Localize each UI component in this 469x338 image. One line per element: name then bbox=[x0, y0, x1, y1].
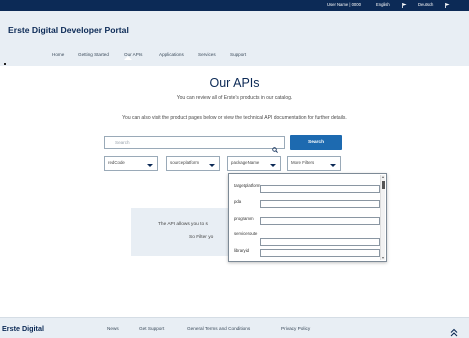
more-filters-popup: targetplatform pda programm serviceroute… bbox=[228, 173, 387, 262]
nav-applications[interactable]: Applications bbox=[159, 52, 184, 57]
popup-field-libraryid: libraryid bbox=[229, 248, 386, 261]
filter-label: sourceplatform bbox=[170, 160, 200, 165]
filter-label: More Filters bbox=[291, 160, 315, 165]
popup-scrollbar[interactable] bbox=[380, 175, 385, 260]
chevron-down-icon bbox=[209, 164, 215, 167]
footer-link-news[interactable]: News bbox=[107, 326, 119, 331]
search-placeholder: Search bbox=[115, 140, 130, 145]
active-nav-indicator bbox=[124, 56, 132, 60]
user-name-link[interactable]: User Name | 0000 bbox=[327, 2, 361, 8]
footer-link-terms[interactable]: General Terms and Conditions bbox=[187, 326, 250, 331]
targetplatform-input[interactable] bbox=[260, 185, 380, 193]
filter-sourceplatform-dropdown[interactable]: sourceplatform bbox=[166, 156, 220, 171]
portal-title[interactable]: Erste Digital Developer Portal bbox=[8, 25, 129, 35]
field-label: targetplatform bbox=[234, 183, 261, 188]
footer-link-privacy[interactable]: Privacy Policy bbox=[281, 326, 310, 331]
filter-label: redCode bbox=[108, 160, 125, 165]
field-label: libraryid bbox=[234, 248, 250, 253]
filter-packagename-dropdown[interactable]: packageName bbox=[227, 156, 281, 171]
popup-field-serviceroute: serviceroute bbox=[229, 231, 386, 247]
site-footer: Erste Digital News Get Support General T… bbox=[0, 317, 469, 338]
nav-services[interactable]: Services bbox=[198, 52, 216, 57]
serviceroute-input[interactable] bbox=[260, 238, 380, 246]
search-icon[interactable] bbox=[272, 140, 278, 153]
flag-icon[interactable] bbox=[445, 3, 450, 8]
scroll-down-icon[interactable] bbox=[382, 257, 384, 259]
search-button[interactable]: Search bbox=[290, 135, 342, 150]
libraryid-input[interactable] bbox=[260, 249, 380, 257]
page-subtitle: You can review all of Erste's products i… bbox=[176, 95, 293, 101]
filter-redcode-dropdown[interactable]: redCode bbox=[104, 156, 158, 171]
flag-icon[interactable] bbox=[402, 3, 407, 8]
scrollbar-thumb[interactable] bbox=[382, 181, 385, 189]
cursor-mark bbox=[4, 63, 6, 65]
popup-field-targetplatform: targetplatform bbox=[229, 183, 386, 199]
nav-home[interactable]: Home bbox=[52, 52, 64, 57]
chevron-down-icon bbox=[147, 164, 153, 167]
programm-input[interactable] bbox=[260, 217, 380, 225]
chevron-down-icon bbox=[270, 164, 276, 167]
page-description: You can also visit the product pages bel… bbox=[122, 115, 347, 121]
search-input[interactable]: Search bbox=[104, 136, 285, 153]
page-title: Our APIs bbox=[209, 76, 260, 90]
popup-field-programm: programm bbox=[229, 215, 386, 231]
info-text-line2: So Filter yo bbox=[189, 235, 214, 240]
nav-support[interactable]: Support bbox=[230, 52, 246, 57]
more-filters-dropdown[interactable]: More Filters bbox=[287, 156, 341, 171]
language-english-link[interactable]: English bbox=[376, 2, 390, 8]
scroll-up-icon[interactable] bbox=[382, 176, 384, 178]
popup-field-pda: pda bbox=[229, 198, 386, 214]
field-label: pda bbox=[234, 199, 242, 204]
info-text-line1: The API allows you to s bbox=[158, 222, 208, 227]
nav-getting-started[interactable]: Getting Started bbox=[78, 52, 109, 57]
pda-input[interactable] bbox=[260, 200, 380, 208]
language-deutsch-link[interactable]: Deutsch bbox=[418, 2, 433, 8]
footer-link-get-support[interactable]: Get Support bbox=[139, 326, 164, 331]
double-chevron-up-icon[interactable] bbox=[450, 324, 458, 337]
top-bar: User Name | 0000 English Deutsch bbox=[0, 0, 469, 11]
site-header: Erste Digital Developer Portal Home Gett… bbox=[0, 11, 469, 66]
filter-label: packageName bbox=[231, 160, 260, 165]
field-label: programm bbox=[234, 216, 254, 221]
footer-brand: Erste Digital bbox=[2, 324, 44, 333]
chevron-down-icon bbox=[330, 164, 336, 167]
field-label: serviceroute bbox=[234, 231, 258, 236]
